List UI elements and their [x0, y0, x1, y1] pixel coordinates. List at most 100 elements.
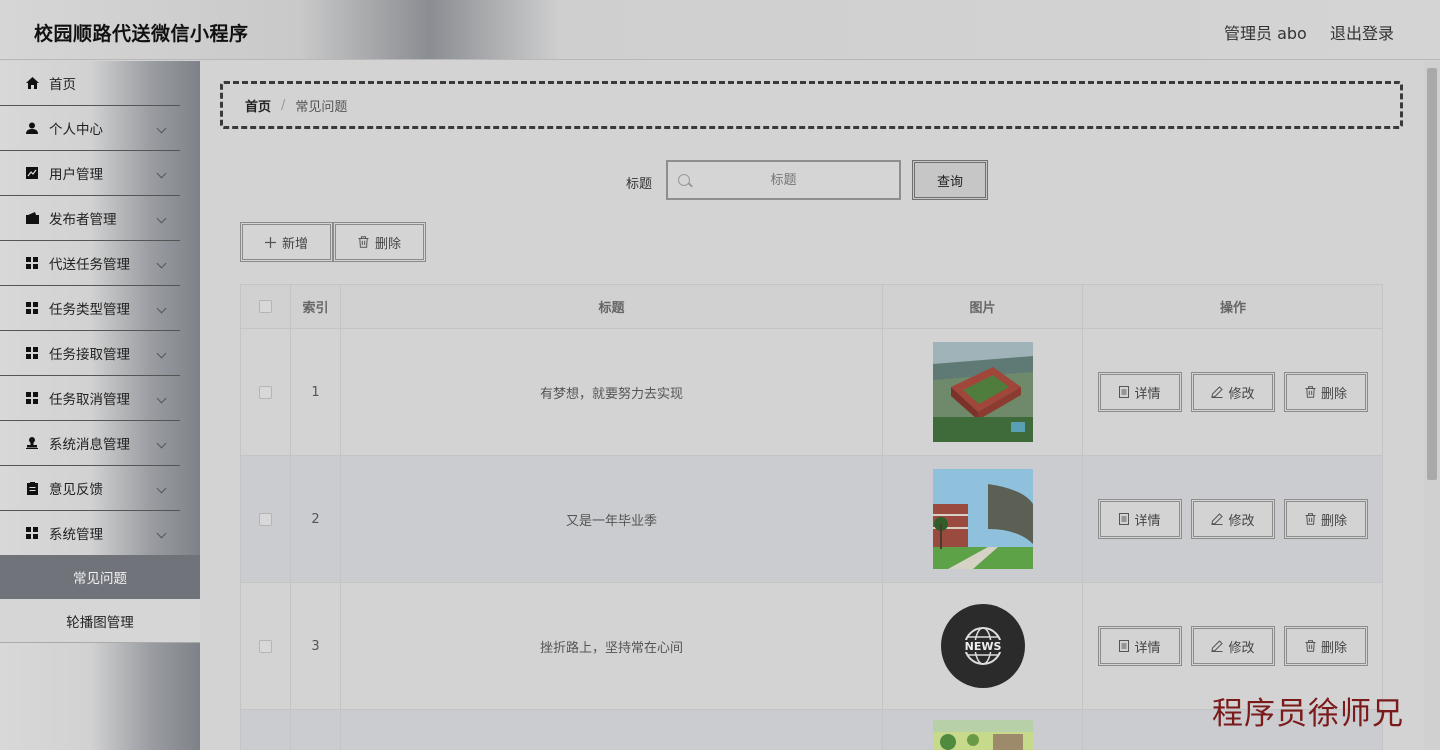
row-title [341, 710, 883, 750]
edit-button[interactable]: 修改 [1191, 499, 1275, 539]
sidebar-item-feedback[interactable]: 意见反馈 [0, 466, 180, 511]
column-header-index: 索引 [291, 285, 341, 328]
chevron-down-icon [156, 303, 167, 314]
grid-icon [25, 526, 39, 540]
row-title: 有梦想，就要努力去实现 [341, 329, 883, 455]
row-checkbox[interactable] [259, 512, 272, 526]
detail-button[interactable]: 详情 [1098, 626, 1182, 666]
delete-button[interactable]: 删除 [1284, 372, 1368, 412]
delete-button[interactable]: 删除 [1284, 626, 1368, 666]
sidebar-item-label: 意见反馈 [49, 482, 103, 498]
campus-trees-image[interactable] [932, 720, 1033, 750]
edit-icon [1211, 640, 1224, 652]
edit-button[interactable]: 修改 [1191, 372, 1275, 412]
breadcrumb-separator: / [281, 97, 286, 113]
watermark: 程序员徐师兄 [1212, 696, 1404, 732]
sidebar-item-personal-center[interactable]: 个人中心 [0, 106, 180, 151]
stamp-icon [25, 436, 39, 450]
wallet-icon [25, 211, 39, 225]
edit-icon [1211, 386, 1224, 398]
sidebar-item-publisher-management[interactable]: 发布者管理 [0, 196, 180, 241]
chevron-down-icon [156, 528, 167, 539]
select-all-checkbox[interactable] [259, 300, 272, 313]
admin-user-label: 管理员 abo [1224, 24, 1307, 43]
search-box [666, 160, 901, 200]
document-icon [1119, 386, 1130, 398]
detail-button-label: 详情 [1134, 386, 1161, 402]
grid-icon [25, 256, 39, 270]
delete-button[interactable]: 删除 [1284, 499, 1368, 539]
sidebar-item-label: 用户管理 [49, 167, 103, 183]
row-checkbox-cell [241, 583, 291, 709]
top-header: 校园顺路代送微信小程序 管理员 abo 退出登录 [0, 0, 1440, 60]
breadcrumb: 首页 / 常见问题 [220, 81, 1403, 129]
sidebar-item-system-management[interactable]: 系统管理 [0, 511, 180, 556]
detail-button-label: 详情 [1134, 513, 1161, 529]
grid-icon [25, 301, 39, 315]
sidebar-item-task-cancel-management[interactable]: 任务取消管理 [0, 376, 180, 421]
search-label: 标题 [626, 177, 653, 192]
trash-icon [1305, 386, 1316, 398]
row-index: 1 [291, 329, 341, 455]
svg-text:NEWS: NEWS [964, 640, 1001, 653]
grid-icon [25, 346, 39, 360]
row-checkbox-cell [241, 710, 291, 750]
search-icon [678, 174, 690, 186]
sidebar: 首页 个人中心 用户管理 发布者管理 代送任务管理 任务类型管理 任务接取管理 … [0, 61, 200, 750]
sidebar-item-task-accept-management[interactable]: 任务接取管理 [0, 331, 180, 376]
trash-icon [1305, 640, 1316, 652]
edit-button-label: 修改 [1228, 513, 1255, 529]
detail-button[interactable]: 详情 [1098, 372, 1182, 412]
row-checkbox-cell [241, 456, 291, 582]
table-row: 1 有梦想，就要努力去实现 详情 修改 删除 [240, 329, 1383, 456]
batch-delete-button[interactable]: 删除 [333, 222, 426, 262]
row-actions-cell: 详情 修改 删除 [1083, 329, 1383, 455]
row-checkbox-cell [241, 329, 291, 455]
row-checkbox[interactable] [259, 639, 272, 653]
row-index: 3 [291, 583, 341, 709]
chart-icon [25, 166, 39, 180]
row-title: 挫折路上，坚持常在心间 [341, 583, 883, 709]
edit-button-label: 修改 [1228, 386, 1255, 402]
chevron-down-icon [156, 393, 167, 404]
row-actions-cell: 详情 修改 删除 [1083, 456, 1383, 582]
row-image-cell [883, 329, 1083, 455]
row-image-cell: NEWS [883, 583, 1083, 709]
delete-button-label: 删除 [1320, 640, 1347, 656]
plus-icon [264, 236, 276, 248]
grid-icon [25, 391, 39, 405]
breadcrumb-home[interactable]: 首页 [245, 96, 271, 115]
sidebar-item-label: 代送任务管理 [49, 257, 130, 273]
edit-button[interactable]: 修改 [1191, 626, 1275, 666]
row-index [291, 710, 341, 750]
column-header-actions: 操作 [1219, 301, 1246, 316]
sidebar-item-system-message-management[interactable]: 系统消息管理 [0, 421, 180, 466]
scrollbar-thumb[interactable] [1427, 68, 1437, 480]
detail-button-label: 详情 [1134, 640, 1161, 656]
add-button[interactable]: 新增 [240, 222, 333, 262]
header-checkbox-cell [241, 285, 291, 328]
campus-courtyard-image[interactable] [932, 469, 1033, 569]
detail-button[interactable]: 详情 [1098, 499, 1182, 539]
search-input[interactable] [668, 162, 899, 198]
chevron-down-icon [156, 213, 167, 224]
sidebar-item-user-management[interactable]: 用户管理 [0, 151, 180, 196]
news-globe-image[interactable]: NEWS [933, 596, 1033, 696]
sidebar-item-label: 任务接取管理 [49, 347, 130, 363]
sidebar-item-label: 系统管理 [49, 527, 103, 543]
sidebar-subitem-faq[interactable]: 常见问题 [0, 555, 200, 599]
document-icon [1119, 513, 1130, 525]
logout-link[interactable]: 退出登录 [1330, 20, 1394, 44]
sidebar-item-home[interactable]: 首页 [0, 61, 180, 106]
row-checkbox[interactable] [259, 385, 272, 399]
column-header-image: 图片 [883, 285, 1083, 328]
sidebar-subitem-carousel-management[interactable]: 轮播图管理 [0, 599, 200, 643]
campus-aerial-image[interactable] [932, 342, 1033, 442]
delete-button-label: 删除 [1320, 513, 1347, 529]
sidebar-item-task-type-management[interactable]: 任务类型管理 [0, 286, 180, 331]
chevron-down-icon [156, 438, 167, 449]
sidebar-item-label: 系统消息管理 [49, 437, 130, 453]
query-button[interactable]: 查询 [912, 160, 988, 200]
sidebar-item-delivery-task-management[interactable]: 代送任务管理 [0, 241, 180, 286]
chevron-down-icon [156, 348, 167, 359]
